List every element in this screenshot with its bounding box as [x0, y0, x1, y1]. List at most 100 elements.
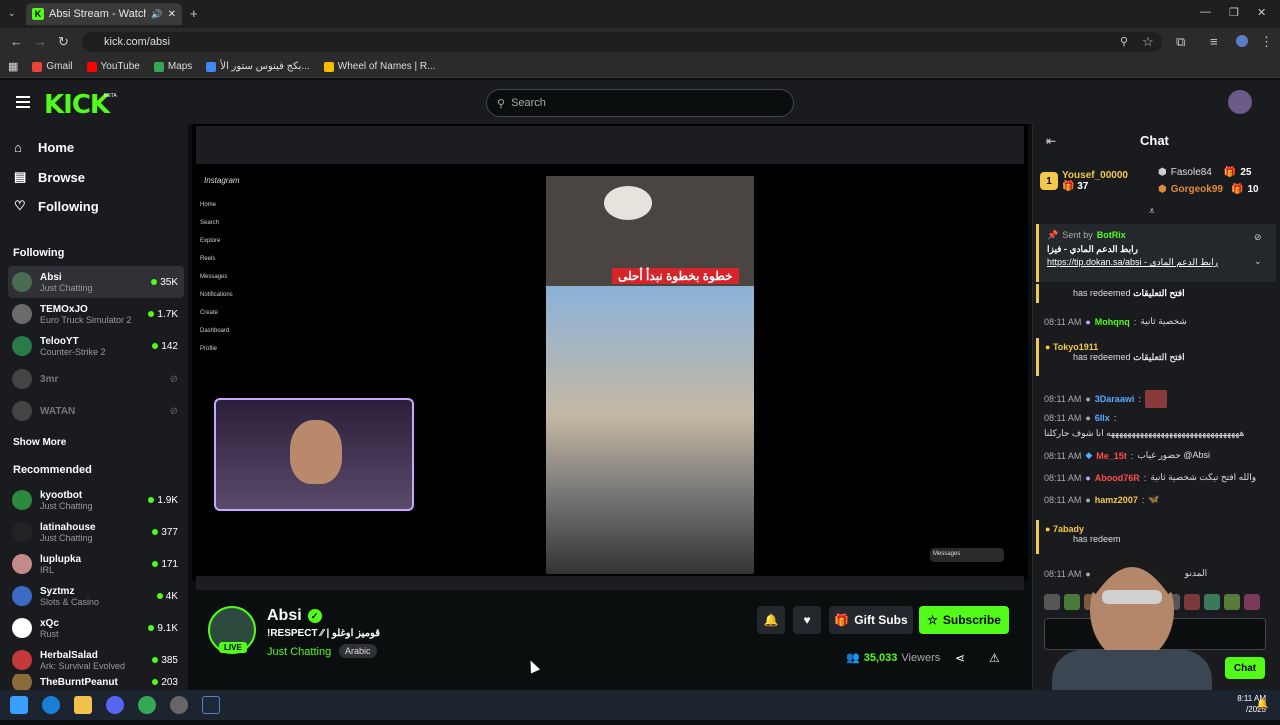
channel-category: IRL [40, 564, 55, 575]
streamer-face [290, 420, 342, 484]
pin-icon: 📌 [1047, 230, 1059, 240]
obs-icon[interactable] [170, 696, 188, 714]
subscribe-button[interactable]: ☆ Subscribe [919, 606, 1009, 634]
reload-icon[interactable]: ↻ [58, 34, 69, 50]
minimize-icon[interactable]: — [1200, 6, 1211, 18]
chat-message: ههههههههههههههههههههههههههههههههه انا شو… [1044, 428, 1245, 438]
kick-logo[interactable]: KICK [44, 90, 110, 120]
avatar [12, 674, 32, 690]
new-tab-icon[interactable]: + [190, 6, 198, 21]
viewer-count: 1.9K [148, 495, 184, 506]
follow-button[interactable]: ♥ [793, 606, 821, 634]
bookmark-youtube[interactable]: YouTube [86, 61, 140, 72]
channel-name: Absi [267, 607, 302, 624]
live-dot-icon [148, 625, 155, 631]
browser-tab[interactable]: K Absi Stream - Watch Live o 🔊 ✕ [26, 3, 182, 25]
following-channel[interactable]: Absi Just Chatting 35K [8, 266, 184, 298]
viewer-count: 377 [152, 527, 184, 538]
notification-bell-button[interactable]: 🔔 [757, 606, 785, 634]
recommended-channel[interactable]: Syztmz Slots & Casino 4K [8, 580, 184, 612]
bookmark-label: Maps [167, 61, 193, 72]
language-tag[interactable]: Arabic [339, 644, 377, 658]
search-icon: ⚲ [497, 97, 506, 110]
tab-close-icon[interactable]: ✕ [168, 9, 176, 20]
share-icon[interactable]: ⋖ [955, 651, 965, 665]
channel-name: kyootbot [40, 489, 83, 501]
subscribe-label: Subscribe [942, 613, 1001, 627]
window-close-icon[interactable]: ✕ [1257, 6, 1266, 19]
user-avatar[interactable] [1228, 90, 1252, 114]
following-channel[interactable]: TEMOxJO Euro Truck Simulator 2 1.7K [8, 298, 184, 330]
chrome-icon[interactable] [138, 696, 156, 714]
following-channel[interactable]: 3mr ⊘ [8, 363, 184, 395]
tab-title: Absi Stream - Watch Live o [49, 8, 147, 20]
bookmarks-bar: ▦ Gmail YouTube Maps بكج فينوس ستور الأ.… [0, 56, 1280, 78]
file-explorer-icon[interactable] [74, 696, 92, 714]
channel-name-heading[interactable]: Absi ✓ [267, 607, 322, 625]
ig-nav: Home Search Explore Reels Messages Notificat… [200, 202, 233, 352]
redeem-message: has redeemed افتح التعليقات [1036, 284, 1276, 303]
recommended-channel[interactable]: xQc Rust 9.1K [8, 612, 184, 644]
show-more-link[interactable]: Show More [13, 437, 66, 448]
maximize-icon[interactable]: ❐ [1229, 6, 1239, 19]
bookmark-store[interactable]: بكج فينوس ستور الأ... [206, 61, 310, 72]
recommended-channel[interactable]: luplupka IRL 171 [8, 548, 184, 580]
expand-pinned-icon[interactable]: ⌄ [1254, 256, 1262, 267]
windows-start-icon[interactable] [10, 696, 28, 714]
following-channel[interactable]: WATAN ⊘ [8, 395, 184, 427]
back-icon[interactable]: ← [10, 34, 23, 49]
recommended-channel[interactable]: TheBurntPeanut 203 [8, 674, 184, 690]
media-icon[interactable]: ≡ [1210, 34, 1218, 49]
collapse-chat-icon[interactable]: ⇤ [1046, 134, 1056, 148]
menu-icon[interactable]: ⋮ [1260, 34, 1273, 50]
following-channel[interactable]: TelooYT Counter-Strike 2 142 [8, 330, 184, 362]
url-field[interactable]: kick.com/absi [82, 32, 1162, 52]
hamburger-menu-icon[interactable] [16, 96, 30, 108]
zoom-icon[interactable]: ⚲ [1120, 35, 1128, 48]
unpin-icon[interactable]: ⊘ [1254, 232, 1262, 243]
bookmark-star-icon[interactable]: ☆ [1142, 34, 1154, 50]
profile-icon[interactable] [1236, 35, 1248, 47]
expand-leaderboard-icon[interactable]: ⩡ [1149, 206, 1155, 217]
live-dot-icon [156, 593, 163, 599]
heart-icon: ♥ [803, 613, 811, 627]
live-dot-icon [151, 279, 158, 285]
chat-message: 08:11 AM ◆ Me_15t: حضور غياب @Absi [1044, 450, 1210, 461]
bookmark-gmail[interactable]: Gmail [32, 61, 73, 72]
recommended-channel[interactable]: HerbalSalad Ark: Survival Evolved 385 [8, 644, 184, 676]
report-icon[interactable]: ⚠ [989, 651, 1000, 665]
recommended-channel[interactable]: latinahouse Just Chatting 377 [8, 516, 184, 548]
notification-bell-icon[interactable]: 🔔 [1256, 699, 1268, 710]
steam-icon[interactable] [202, 696, 220, 714]
live-dot-icon [152, 561, 159, 567]
forward-icon[interactable]: → [34, 34, 47, 49]
viewer-count: 171 [152, 559, 184, 570]
ig-logo: Instagram [204, 176, 240, 185]
pinned-link[interactable]: https://tip.dokan.sa/absi - رابط الدعم ا… [1047, 257, 1268, 268]
send-chat-button[interactable]: Chat [1225, 657, 1265, 679]
bookmark-maps[interactable]: Maps [153, 61, 193, 72]
bookmark-wheel[interactable]: Wheel of Names | R... [323, 61, 435, 72]
recommended-channel[interactable]: kyootbot Just Chatting 1.9K [8, 484, 184, 516]
nav-label: Home [38, 140, 75, 155]
pinned-message: 📌 Sent by BotRix رابط الدعم المادي - فيزا … [1036, 224, 1276, 282]
search-input[interactable]: ⚲ Search [486, 89, 794, 117]
edge-icon[interactable] [42, 696, 60, 714]
viewer-count: 1.7K [148, 309, 184, 320]
tab-list-icon[interactable]: ⌄ [8, 8, 16, 19]
nav-following[interactable]: ♡ Following [14, 198, 99, 214]
nav-browse[interactable]: ▤ Browse [14, 169, 85, 185]
channel-name: TelooYT [40, 335, 79, 347]
nav-home[interactable]: ⌂ Home [14, 140, 74, 155]
discord-icon[interactable] [106, 696, 124, 714]
avatar [12, 369, 32, 389]
chat-message: 08:11 AM ● Abood76R: والله افتح تيكت شخصية … [1044, 472, 1257, 483]
avatar [12, 304, 32, 324]
stream-category[interactable]: Just Chatting [267, 646, 331, 658]
apps-icon[interactable]: ▦ [8, 60, 18, 73]
channel-name: TEMOxJO [40, 303, 88, 315]
extensions-icon[interactable]: ⧉ [1176, 34, 1185, 50]
avatar [12, 490, 32, 510]
gift-subs-button[interactable]: 🎁 Gift Subs [829, 606, 913, 634]
url-text: kick.com/absi [104, 36, 171, 48]
